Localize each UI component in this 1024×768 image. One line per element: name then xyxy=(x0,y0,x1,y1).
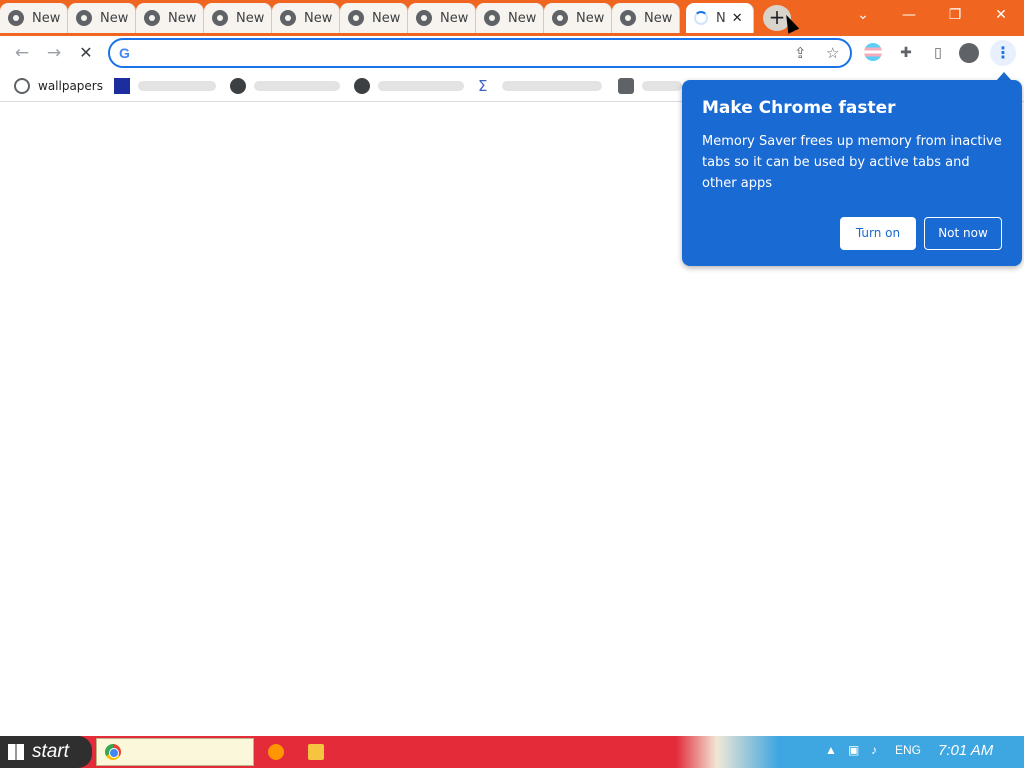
turn-on-button[interactable]: Turn on xyxy=(840,217,916,250)
browser-tab[interactable]: New xyxy=(476,3,544,33)
omnibox-input[interactable] xyxy=(142,44,742,64)
kebab-menu-icon: ⋮ xyxy=(995,43,1011,62)
language-indicator[interactable]: ENG xyxy=(895,743,921,757)
tab-title: New xyxy=(168,10,197,26)
globe-icon xyxy=(354,78,370,94)
bookmark-item[interactable] xyxy=(354,77,464,95)
tab-title: New xyxy=(304,10,333,26)
network-icon[interactable]: ▣ xyxy=(848,743,859,757)
chevron-down-icon: ⌄ xyxy=(857,7,869,23)
minimize-button[interactable]: — xyxy=(886,4,932,28)
chrome-page-icon xyxy=(144,10,160,26)
bookmark-label-redacted xyxy=(642,81,682,91)
bookmark-item[interactable]: wallpapers xyxy=(14,77,103,95)
windows-logo-icon xyxy=(8,744,24,760)
chrome-page-icon xyxy=(348,10,364,26)
chrome-taskbar-button[interactable] xyxy=(96,738,254,766)
browser-tab[interactable]: New xyxy=(204,3,272,33)
close-window-button[interactable]: ✕ xyxy=(978,4,1024,28)
bookmark-label-redacted xyxy=(254,81,340,91)
bookmark-item[interactable] xyxy=(114,77,216,95)
arrow-left-icon: ← xyxy=(14,43,30,63)
minimize-icon: — xyxy=(902,7,916,23)
tab-title: New xyxy=(440,10,469,26)
stop-loading-button[interactable]: ✕ xyxy=(74,41,98,65)
google-g-icon: G xyxy=(119,45,130,61)
tab-title: New xyxy=(576,10,605,26)
tab-title: New xyxy=(236,10,265,26)
tab-title: New xyxy=(32,10,61,26)
chrome-page-icon xyxy=(484,10,500,26)
tab-title: N xyxy=(716,10,726,26)
tab-title: New xyxy=(100,10,129,26)
bookmark-label-redacted xyxy=(502,81,602,91)
volume-icon[interactable]: ♪ xyxy=(871,743,877,757)
browser-tab[interactable]: New xyxy=(340,3,408,33)
generic-site-icon xyxy=(114,78,130,94)
memory-saver-bubble: Make Chrome faster Memory Saver frees up… xyxy=(682,80,1022,266)
browser-tab[interactable]: New xyxy=(272,3,340,33)
tab-close-icon[interactable]: ✕ xyxy=(732,11,743,26)
bubble-body: Memory Saver frees up memory from inacti… xyxy=(702,134,1002,191)
chrome-page-icon xyxy=(620,10,636,26)
tab-search-button[interactable]: ⌄ xyxy=(840,4,886,28)
stop-loading-icon: ✕ xyxy=(79,43,93,62)
browser-tab[interactable]: New xyxy=(136,3,204,33)
browser-tab[interactable]: New xyxy=(68,3,136,33)
address-bar[interactable]: G ⇪ ☆ xyxy=(108,38,852,68)
globe-icon xyxy=(230,78,246,94)
chrome-page-icon xyxy=(8,10,24,26)
firefox-icon[interactable] xyxy=(268,744,284,760)
folder-icon[interactable] xyxy=(308,744,324,760)
chrome-page-icon xyxy=(416,10,432,26)
browser-tab-active[interactable]: N ✕ xyxy=(686,3,754,33)
forward-button[interactable]: → xyxy=(42,41,66,65)
bookmark-item[interactable]: Σ xyxy=(478,77,602,95)
bookmark-label: wallpapers xyxy=(38,79,103,93)
tab-title: New xyxy=(508,10,537,26)
person-icon[interactable] xyxy=(959,43,979,63)
share-icon[interactable]: ⇪ xyxy=(794,44,807,62)
tray-expand-icon[interactable]: ▲ xyxy=(825,743,837,757)
not-now-button[interactable]: Not now xyxy=(924,217,1002,250)
start-button[interactable]: start xyxy=(0,736,92,768)
side-panel-icon[interactable]: ▯ xyxy=(928,43,948,63)
generic-site-icon xyxy=(618,78,634,94)
system-clock[interactable]: 7:01 AM xyxy=(938,742,993,759)
profile-badge-icon[interactable] xyxy=(864,43,882,61)
browser-tab[interactable]: New xyxy=(612,3,680,33)
chrome-icon xyxy=(105,744,121,760)
tab-strip: New New New New New New New New New New … xyxy=(0,0,1024,36)
close-icon: ✕ xyxy=(995,7,1007,23)
chrome-menu-button[interactable]: ⋮ xyxy=(990,40,1016,66)
windows-taskbar: start ▲ ▣ ♪ ENG 7:01 AM xyxy=(0,736,1024,768)
browser-tab[interactable]: New xyxy=(544,3,612,33)
puzzle-icon[interactable]: ✚ xyxy=(896,43,916,63)
bookmark-item[interactable] xyxy=(230,77,340,95)
loading-spinner-icon xyxy=(694,11,708,25)
globe-icon xyxy=(14,78,30,94)
restore-button[interactable]: ❐ xyxy=(932,4,978,28)
chrome-page-icon xyxy=(212,10,228,26)
arrow-right-icon: → xyxy=(46,43,62,63)
bookmark-item[interactable] xyxy=(618,77,682,95)
sigma-icon: Σ xyxy=(478,77,488,95)
chrome-page-icon xyxy=(76,10,92,26)
browser-tab[interactable]: New xyxy=(408,3,476,33)
chrome-page-icon xyxy=(552,10,568,26)
tab-title: New xyxy=(644,10,673,26)
bookmark-label-redacted xyxy=(138,81,216,91)
bubble-title: Make Chrome faster xyxy=(702,98,896,118)
bookmark-label-redacted xyxy=(378,81,464,91)
back-button[interactable]: ← xyxy=(10,41,34,65)
browser-tab[interactable]: New xyxy=(0,3,68,33)
tab-title: New xyxy=(372,10,401,26)
star-icon[interactable]: ☆ xyxy=(826,44,839,62)
restore-icon: ❐ xyxy=(948,7,962,23)
start-label: start xyxy=(32,741,69,762)
chrome-page-icon xyxy=(280,10,296,26)
